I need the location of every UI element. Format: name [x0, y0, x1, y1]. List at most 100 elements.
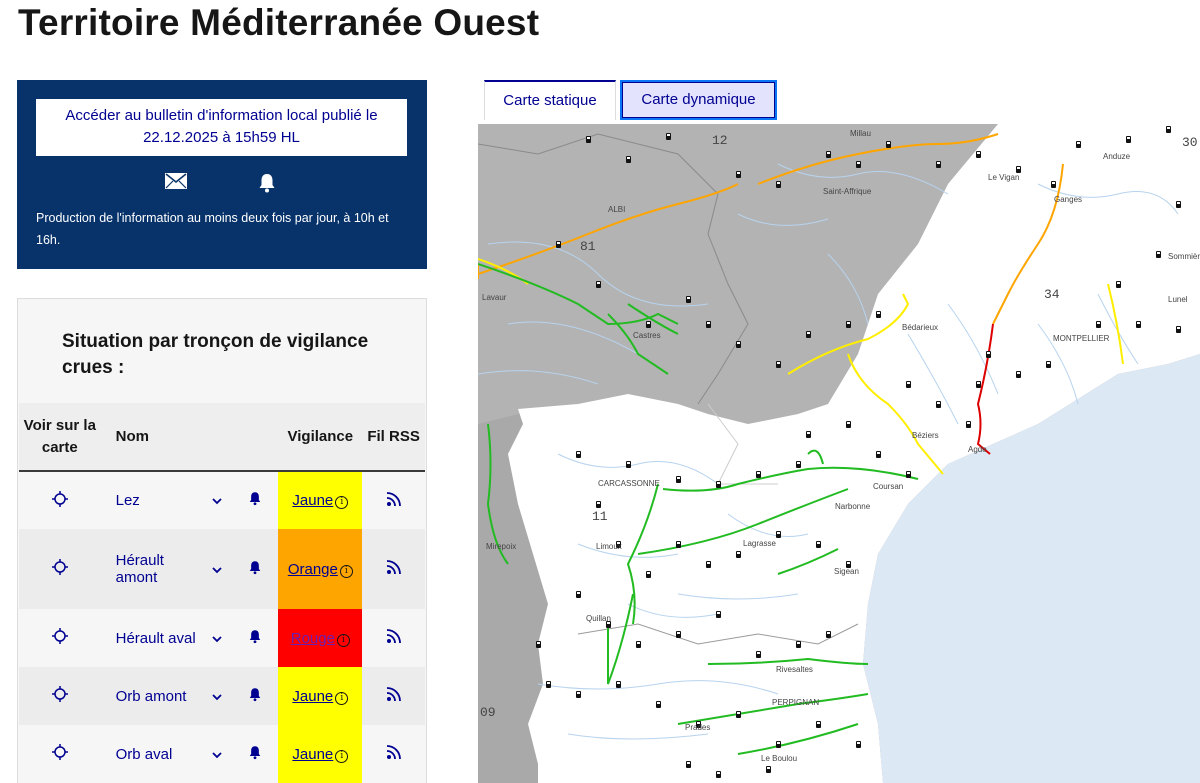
station-marker	[676, 541, 681, 548]
station-marker	[776, 741, 781, 748]
page-title: Territoire Méditerranée Ouest	[18, 2, 540, 43]
town-label: Agde	[968, 445, 987, 454]
chevron-down-icon[interactable]	[201, 529, 233, 609]
town-label: MONTPELLIER	[1053, 334, 1110, 343]
station-marker	[546, 681, 551, 688]
rss-icon[interactable]	[362, 667, 425, 725]
station-marker	[576, 691, 581, 698]
station-marker	[626, 461, 631, 468]
info-icon[interactable]: i	[335, 749, 349, 763]
locate-cell	[19, 471, 101, 529]
station-marker	[776, 361, 781, 368]
station-marker	[686, 761, 691, 768]
station-marker	[1096, 321, 1101, 328]
station-marker	[806, 431, 811, 438]
crosshair-icon[interactable]	[51, 628, 68, 648]
town-label: Limoux	[596, 542, 622, 551]
rss-icon[interactable]	[362, 471, 425, 529]
town-label: Sommières	[1168, 252, 1200, 261]
town-label: Millau	[850, 129, 871, 138]
town-label: Lagrasse	[743, 539, 776, 548]
section-name: Hérault amont	[100, 529, 202, 609]
station-marker	[826, 151, 831, 158]
chevron-down-icon[interactable]	[201, 725, 233, 783]
chevron-down-icon[interactable]	[201, 609, 233, 667]
station-marker	[1016, 166, 1021, 173]
rss-icon[interactable]	[362, 529, 425, 609]
section-name: Hérault aval	[100, 609, 202, 667]
station-marker	[646, 321, 651, 328]
chevron-down-icon[interactable]	[201, 471, 233, 529]
crosshair-icon[interactable]	[51, 744, 68, 764]
bell-icon[interactable]	[232, 529, 279, 609]
locate-cell	[19, 609, 101, 667]
vigilance-link[interactable]: Jaune	[292, 492, 333, 509]
town-label: Bédarieux	[902, 323, 938, 332]
station-marker	[966, 421, 971, 428]
station-marker	[906, 381, 911, 388]
bell-icon[interactable]	[232, 471, 279, 529]
station-marker	[906, 471, 911, 478]
station-marker	[876, 311, 881, 318]
vigilance-link[interactable]: Rouge	[291, 630, 335, 647]
bell-icon[interactable]	[232, 667, 279, 725]
station-marker	[936, 401, 941, 408]
rss-icon[interactable]	[362, 725, 425, 783]
bell-icon[interactable]	[232, 725, 279, 783]
station-marker	[806, 331, 811, 338]
crosshair-icon[interactable]	[51, 559, 68, 579]
department-number: 34	[1044, 287, 1060, 302]
station-marker	[1126, 136, 1131, 143]
bell-icon[interactable]	[257, 173, 279, 193]
table-row: Orb amont Jaune i	[19, 667, 425, 725]
vigilance-link[interactable]: Orange	[288, 561, 338, 578]
vigilance-table: Voir sur la carte Nom Vigilance Fil RSS …	[19, 403, 425, 783]
station-marker	[856, 161, 861, 168]
bulletin-actions	[17, 173, 427, 195]
station-marker	[716, 481, 721, 488]
station-marker	[556, 241, 561, 248]
station-marker	[1166, 126, 1171, 133]
station-marker	[736, 711, 741, 718]
town-label: Castres	[633, 331, 661, 340]
vigilance-level: Rouge i	[278, 609, 363, 667]
crosshair-icon[interactable]	[51, 686, 68, 706]
info-icon[interactable]: i	[339, 564, 353, 578]
station-marker	[816, 721, 821, 728]
header-rss: Fil RSS	[362, 403, 425, 472]
chevron-down-icon[interactable]	[201, 667, 233, 725]
station-marker	[706, 561, 711, 568]
mail-icon[interactable]	[165, 173, 187, 193]
station-marker	[616, 681, 621, 688]
station-marker	[756, 651, 761, 658]
vigilance-map[interactable]: Millau Anduze Le Vigan Saint-Affrique ALBI Ga…	[478, 124, 1200, 783]
station-marker	[1176, 326, 1181, 333]
bell-icon[interactable]	[232, 609, 279, 667]
tab-static-map[interactable]: Carte statique	[484, 80, 616, 120]
station-marker	[716, 771, 721, 778]
station-marker	[736, 341, 741, 348]
station-marker	[586, 136, 591, 143]
tab-dynamic-map[interactable]: Carte dynamique	[620, 80, 777, 120]
vigilance-link[interactable]: Jaune	[292, 746, 333, 763]
vigilance-link[interactable]: Jaune	[292, 688, 333, 705]
crosshair-icon[interactable]	[51, 490, 68, 511]
station-marker	[1176, 201, 1181, 208]
station-marker	[796, 461, 801, 468]
station-marker	[976, 151, 981, 158]
station-marker	[816, 541, 821, 548]
town-label: Quillan	[586, 614, 611, 623]
station-marker	[846, 421, 851, 428]
department-number: 09	[480, 705, 496, 720]
station-marker	[666, 133, 671, 140]
info-icon[interactable]: i	[335, 496, 349, 509]
department-number: 81	[580, 239, 596, 254]
situation-panel: Situation par tronçon de vigilance crues…	[17, 298, 427, 783]
town-label: Béziers	[912, 431, 939, 440]
info-icon[interactable]: i	[336, 633, 350, 647]
info-icon[interactable]: i	[335, 691, 349, 705]
station-marker	[976, 381, 981, 388]
section-name: Orb amont	[100, 667, 202, 725]
rss-icon[interactable]	[362, 609, 425, 667]
bulletin-link-button[interactable]: Accéder au bulletin d'information local …	[36, 99, 407, 156]
